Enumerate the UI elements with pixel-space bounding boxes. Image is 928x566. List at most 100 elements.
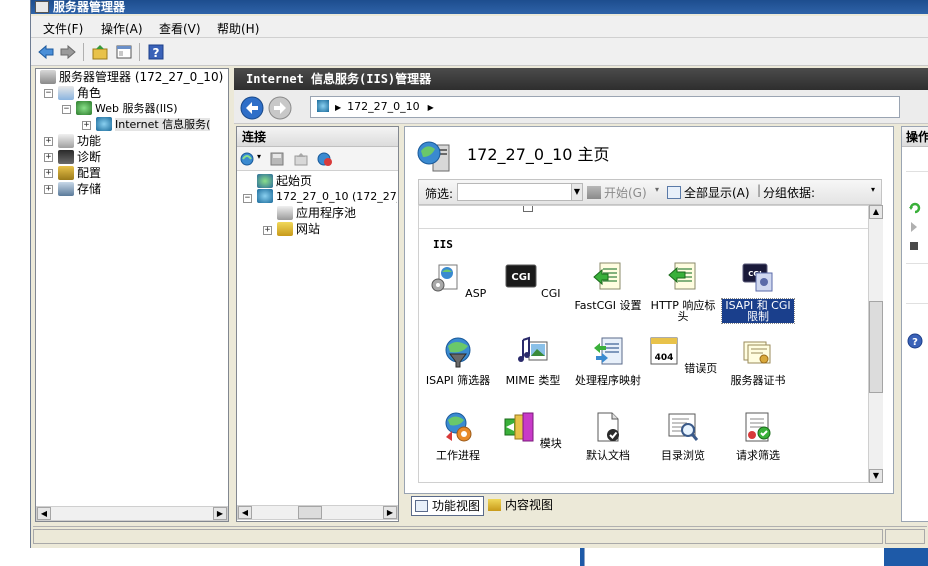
scroll-left-button[interactable]: ◀ (238, 506, 252, 519)
expand-toggle[interactable]: + (44, 137, 53, 146)
expand-toggle[interactable]: + (44, 185, 53, 194)
overflow-icon[interactable]: ▾ (871, 185, 875, 194)
conn-tree-start-page[interactable]: 起始页 (257, 173, 312, 189)
disconnect-icon[interactable] (317, 151, 333, 167)
up-folder-icon[interactable] (91, 43, 109, 61)
error-pages-icon: 404 (650, 337, 678, 365)
feature-server-certificates[interactable]: 服务器证书 (722, 336, 794, 387)
toolbar-separator (83, 43, 84, 61)
feature-worker-processes[interactable]: 工作进程 (422, 411, 494, 462)
scroll-down-button[interactable]: ▼ (869, 469, 883, 483)
filter-separator: | (757, 183, 762, 197)
up-level-icon[interactable] (293, 151, 309, 167)
connections-panel: 连接 ▾ 起始页 − 172_27_0_10 (172_27_ 应用程序池 + … (236, 126, 399, 522)
feature-fastcgi-settings[interactable]: FastCGI 设置 (572, 261, 644, 312)
start-filter-button[interactable]: 开始(G) (587, 184, 647, 201)
tree-item-web-server[interactable]: Web 服务器(IIS) (76, 101, 178, 117)
help-icon[interactable]: ? (907, 333, 923, 349)
menu-view[interactable]: 查看(V) (159, 20, 201, 37)
desktop-window-edge (584, 548, 884, 566)
nav-back-icon[interactable] (240, 96, 264, 120)
server-manager-tree: 服务器管理器 (172_27_0_10) − 角色 − Web 服务器(IIS)… (35, 68, 229, 522)
server-icon (40, 70, 56, 84)
svg-text:404: 404 (654, 353, 673, 363)
iis-manager-header: Internet 信息服务(IIS)管理器 (234, 68, 928, 90)
restart-icon[interactable] (908, 201, 922, 215)
collapse-toggle[interactable]: − (62, 105, 71, 114)
stop-icon[interactable] (909, 241, 919, 251)
feature-request-filtering[interactable]: 请求筛选 (722, 411, 794, 462)
left-tree-hscrollbar[interactable]: ◀ ▶ (36, 506, 228, 521)
features-vscrollbar[interactable]: ▲ ▼ (868, 205, 883, 483)
tab-content-view[interactable]: 内容视图 (485, 496, 556, 516)
menu-file[interactable]: 文件(F) (43, 20, 83, 37)
conn-tree-app-pools[interactable]: 应用程序池 (277, 205, 356, 221)
actions-panel: 操作 ? (901, 126, 928, 522)
show-all-button[interactable]: 全部显示(A) (667, 184, 750, 201)
chevron-down-icon[interactable]: ▾ (655, 185, 659, 194)
tree-item-roles[interactable]: 角色 (58, 85, 101, 101)
breadcrumb-arrow-icon: ▶ (427, 103, 434, 112)
help-icon[interactable]: ? (147, 43, 165, 61)
tree-item-diagnostics[interactable]: 诊断 (58, 149, 101, 165)
tree-item-iis-manager[interactable]: Internet 信息服务( (96, 117, 228, 133)
show-hide-console-icon[interactable] (115, 43, 133, 61)
save-icon[interactable] (269, 151, 285, 167)
scroll-right-button[interactable]: ▶ (383, 506, 397, 519)
connections-hscrollbar[interactable]: ◀ ▶ (237, 505, 398, 520)
start-icon[interactable] (909, 221, 919, 233)
feature-isapi-filters[interactable]: ISAPI 筛选器 (422, 336, 494, 387)
svg-text:?: ? (153, 46, 160, 60)
feature-cgi[interactable]: CGI CGI (497, 261, 569, 300)
connect-icon[interactable] (240, 151, 256, 167)
feature-error-pages[interactable]: 404 错误页 (647, 336, 719, 375)
breadcrumb-arrow-icon: ▶ (335, 103, 342, 112)
tree-item-root[interactable]: 服务器管理器 (172_27_0_10) (40, 69, 223, 85)
filter-dropdown-button[interactable]: ▼ (571, 183, 583, 201)
scroll-thumb[interactable] (869, 301, 883, 393)
title-bar[interactable]: 服务器管理器 (31, 0, 928, 14)
expand-toggle[interactable]: + (82, 121, 91, 130)
scroll-thumb[interactable] (298, 506, 322, 519)
chevron-down-icon[interactable]: ▾ (257, 152, 261, 161)
nav-forward-icon[interactable] (268, 96, 292, 120)
tab-features-view[interactable]: 功能视图 (411, 496, 485, 516)
feature-isapi-cgi-restrictions[interactable]: CGI ISAPI 和 CGI 限制 (721, 261, 795, 324)
isapi-filters-icon (445, 337, 471, 368)
tree-item-features[interactable]: 功能 (58, 133, 101, 149)
expand-toggle[interactable]: + (44, 169, 53, 178)
connections-title: 连接 (237, 127, 398, 147)
scroll-left-button[interactable]: ◀ (37, 507, 51, 520)
server-node-icon (317, 100, 329, 112)
tree-item-storage[interactable]: 存储 (58, 181, 101, 197)
address-server[interactable]: 172_27_0_10 (347, 100, 420, 113)
collapse-toggle[interactable]: − (243, 194, 252, 203)
roles-icon (58, 86, 74, 100)
feature-http-response-headers[interactable]: HTTP 响应标头 (647, 261, 719, 323)
menu-help[interactable]: 帮助(H) (217, 20, 259, 37)
feature-handler-mappings[interactable]: 处理程序映射 (572, 336, 644, 387)
tree-item-configuration[interactable]: 配置 (58, 165, 101, 181)
scroll-up-button[interactable]: ▲ (869, 205, 883, 219)
feature-directory-browsing[interactable]: 目录浏览 (647, 411, 719, 462)
collapse-toggle[interactable]: − (44, 89, 53, 98)
default-document-icon (597, 412, 619, 442)
menu-action[interactable]: 操作(A) (101, 20, 143, 37)
filter-input[interactable] (457, 183, 577, 201)
isapi-cgi-restrictions-icon: CGI (742, 263, 773, 292)
conn-tree-sites[interactable]: 网站 (277, 221, 320, 237)
feature-modules[interactable]: 模块 (497, 411, 569, 450)
expand-toggle[interactable]: + (44, 153, 53, 162)
feature-default-document[interactable]: 默认文档 (572, 411, 644, 462)
conn-tree-server[interactable]: 172_27_0_10 (172_27_ (257, 189, 397, 205)
address-bar[interactable]: ▶ 172_27_0_10 ▶ (310, 96, 900, 118)
scroll-right-button[interactable]: ▶ (213, 507, 227, 520)
home-page-panel: 172_27_0_10 主页 筛选: ▼ 开始(G) ▾ 全部显示(A) | 分… (404, 126, 894, 494)
expand-toggle[interactable]: + (263, 226, 272, 235)
diagnostics-icon (58, 150, 74, 164)
feature-asp[interactable]: ASP (422, 261, 494, 300)
group-by-label[interactable]: 分组依据: (763, 184, 815, 201)
back-arrow-icon[interactable] (37, 43, 55, 61)
feature-mime-types[interactable]: MIME 类型 (497, 336, 569, 387)
forward-arrow-icon[interactable] (59, 43, 77, 61)
